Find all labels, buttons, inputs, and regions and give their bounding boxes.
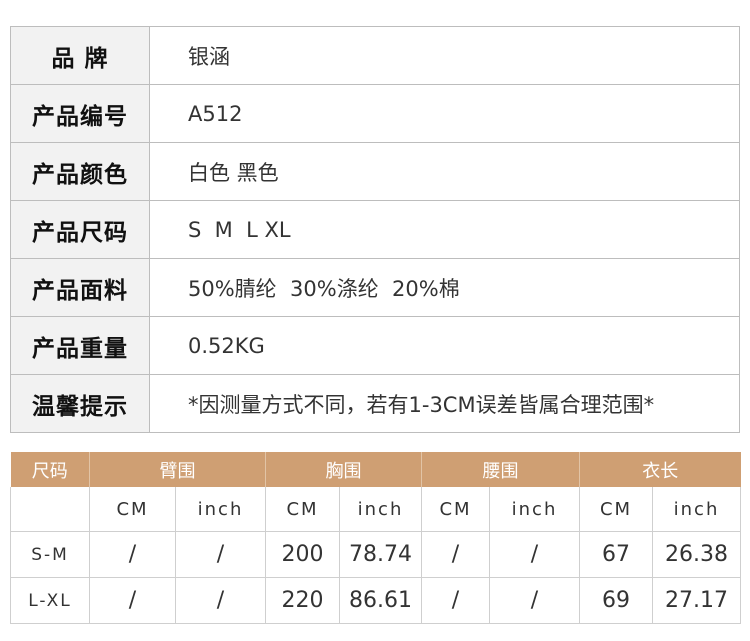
table-cell: / — [421, 577, 490, 624]
header-size: 尺码 — [10, 452, 90, 487]
info-value: A512 — [149, 84, 740, 143]
info-key: 产品颜色 — [10, 142, 150, 201]
header-chest: 胸围 — [265, 452, 422, 487]
info-key: 产品编号 — [10, 84, 150, 143]
size-table-units: CM inch CM inch CM inch CM inch — [10, 487, 741, 532]
info-key: 产品面料 — [10, 258, 150, 317]
info-key: 产品重量 — [10, 316, 150, 375]
table-cell: 220 — [265, 577, 340, 624]
table-cell: / — [175, 577, 266, 624]
unit-cell: CM — [89, 487, 176, 532]
table-cell: 86.61 — [339, 577, 422, 624]
unit-cell: inch — [489, 487, 580, 532]
table-cell: / — [89, 577, 176, 624]
table-cell: / — [421, 531, 490, 578]
unit-cell: CM — [579, 487, 653, 532]
row-size-label: S-M — [10, 531, 90, 578]
unit-cell: inch — [652, 487, 741, 532]
table-row: S-M / / 200 78.74 / / 67 26.38 — [10, 531, 741, 578]
info-value: 50%腈纶 30%涤纶 20%棉 — [149, 258, 740, 317]
unit-cell: inch — [339, 487, 422, 532]
info-row-notice: 温馨提示 *因测量方式不同，若有1-3CM误差皆属合理范围* — [10, 374, 740, 433]
table-cell: 200 — [265, 531, 340, 578]
table-cell: / — [175, 531, 266, 578]
info-row-size: 产品尺码 S M L XL — [10, 200, 740, 259]
info-key: 温馨提示 — [10, 374, 150, 433]
header-arm: 臂围 — [89, 452, 266, 487]
header-waist: 腰围 — [421, 452, 580, 487]
info-key: 产品尺码 — [10, 200, 150, 259]
size-table-header: 尺码 臂围 胸围 腰围 衣长 — [10, 452, 741, 487]
table-cell: / — [489, 577, 580, 624]
info-value: *因测量方式不同，若有1-3CM误差皆属合理范围* — [149, 374, 740, 433]
info-row-color: 产品颜色 白色 黑色 — [10, 142, 740, 201]
info-row-weight: 产品重量 0.52KG — [10, 316, 740, 375]
info-row-brand: 品 牌 银涵 — [10, 26, 740, 85]
unit-blank — [10, 487, 90, 532]
info-value: 0.52KG — [149, 316, 740, 375]
unit-cell: CM — [265, 487, 340, 532]
info-value: 白色 黑色 — [149, 142, 740, 201]
info-row-fabric: 产品面料 50%腈纶 30%涤纶 20%棉 — [10, 258, 740, 317]
info-key: 品 牌 — [10, 26, 150, 85]
table-cell: 26.38 — [652, 531, 741, 578]
table-cell: 69 — [579, 577, 653, 624]
table-cell: / — [489, 531, 580, 578]
info-row-code: 产品编号 A512 — [10, 84, 740, 143]
header-length: 衣长 — [579, 452, 741, 487]
unit-cell: CM — [421, 487, 490, 532]
info-value: S M L XL — [149, 200, 740, 259]
table-row: L-XL / / 220 86.61 / / 69 27.17 — [10, 577, 741, 624]
size-table: 尺码 臂围 胸围 腰围 衣长 CM inch CM inch CM inch C… — [10, 452, 741, 624]
table-cell: / — [89, 531, 176, 578]
table-cell: 27.17 — [652, 577, 741, 624]
table-cell: 67 — [579, 531, 653, 578]
product-info-table: 品 牌 银涵 产品编号 A512 产品颜色 白色 黑色 产品尺码 S M L X… — [10, 26, 740, 433]
table-cell: 78.74 — [339, 531, 422, 578]
unit-cell: inch — [175, 487, 266, 532]
row-size-label: L-XL — [10, 577, 90, 624]
info-value: 银涵 — [149, 26, 740, 85]
